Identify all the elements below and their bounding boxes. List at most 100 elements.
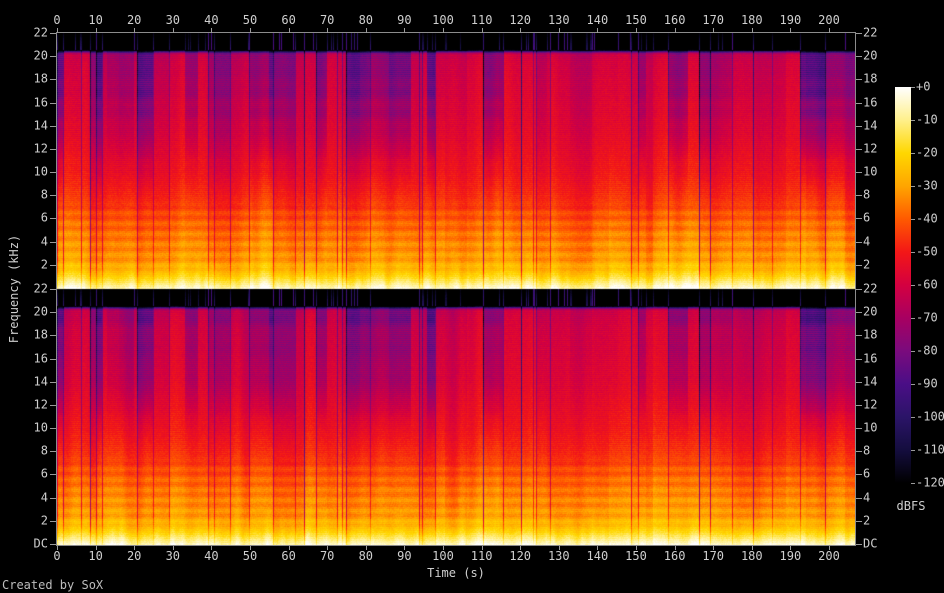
freq-tick-label: 20 bbox=[33, 304, 48, 319]
freq-tick-label: 12 bbox=[33, 141, 48, 156]
freq-tick bbox=[856, 265, 862, 266]
freq-tick bbox=[856, 312, 862, 313]
colorbar-tick-label: -20 bbox=[916, 145, 938, 160]
time-tick-label: 60 bbox=[281, 13, 296, 27]
freq-tick-label: 6 bbox=[40, 210, 48, 225]
colorbar-tick-label: -60 bbox=[916, 277, 938, 292]
time-tick-label: 0 bbox=[53, 13, 61, 27]
freq-tick bbox=[856, 172, 862, 173]
freq-tick bbox=[50, 474, 56, 475]
freq-tick bbox=[50, 451, 56, 452]
time-tick-label: 200 bbox=[818, 549, 840, 563]
time-tick bbox=[558, 28, 560, 33]
freq-tick-label: 14 bbox=[863, 374, 878, 389]
freq-tick bbox=[50, 79, 56, 80]
time-tick-label: 150 bbox=[625, 13, 647, 27]
time-tick bbox=[481, 28, 483, 33]
time-tick bbox=[134, 28, 136, 33]
colorbar-tick bbox=[911, 384, 915, 385]
time-tick-label: 90 bbox=[397, 13, 412, 27]
colorbar-tick-label: -70 bbox=[916, 310, 938, 325]
time-tick-label: 110 bbox=[470, 549, 493, 563]
time-tick-label: 130 bbox=[547, 13, 570, 27]
colorbar-tick-label: +0 bbox=[916, 79, 931, 94]
time-tick bbox=[636, 28, 637, 33]
colorbar-tick bbox=[911, 285, 915, 286]
freq-tick-label: 22 bbox=[33, 25, 48, 40]
freq-tick bbox=[856, 195, 862, 196]
time-tick-label: 140 bbox=[586, 549, 609, 563]
freq-tick bbox=[50, 289, 56, 290]
colorbar-tick-label: -100 bbox=[916, 409, 944, 424]
freq-tick bbox=[50, 172, 56, 173]
time-tick-label: 190 bbox=[779, 13, 802, 27]
freq-tick-label: 22 bbox=[33, 281, 48, 296]
freq-tick-label: 14 bbox=[33, 374, 48, 389]
freq-tick-label: 6 bbox=[863, 210, 871, 225]
time-tick-label: 180 bbox=[740, 13, 763, 27]
freq-tick bbox=[856, 544, 862, 545]
time-tick-label: 40 bbox=[204, 13, 219, 27]
freq-tick bbox=[50, 242, 56, 243]
freq-tick bbox=[50, 498, 56, 499]
freq-tick bbox=[50, 265, 56, 266]
freq-tick bbox=[856, 335, 862, 336]
time-tick-label: 190 bbox=[779, 549, 802, 563]
freq-tick-label: 8 bbox=[40, 187, 48, 202]
colorbar-tick bbox=[911, 351, 915, 352]
freq-tick bbox=[50, 335, 56, 336]
freq-tick-label: 18 bbox=[863, 71, 878, 86]
freq-tick-label: 2 bbox=[863, 513, 871, 528]
spectrogram-canvas bbox=[57, 33, 855, 545]
freq-tick-label: 12 bbox=[863, 141, 878, 156]
freq-tick-label: 18 bbox=[863, 327, 878, 342]
freq-tick-label: DC bbox=[863, 536, 878, 551]
freq-tick-label: 4 bbox=[863, 234, 871, 249]
colorbar-tick-label: -50 bbox=[916, 244, 938, 259]
freq-tick-label: 8 bbox=[40, 443, 48, 458]
colorbar-tick bbox=[911, 87, 915, 88]
time-tick bbox=[95, 28, 97, 33]
time-tick-label: 30 bbox=[165, 13, 181, 27]
freq-tick bbox=[50, 195, 56, 196]
freq-tick-label: 16 bbox=[33, 95, 48, 110]
colorbar-tick bbox=[911, 417, 915, 418]
time-tick-label: 170 bbox=[702, 13, 725, 27]
freq-tick-label: 4 bbox=[863, 490, 871, 505]
freq-tick-label: 10 bbox=[33, 164, 48, 179]
time-tick-label: 180 bbox=[740, 549, 763, 563]
freq-tick bbox=[856, 359, 862, 360]
freq-tick-label: 10 bbox=[863, 420, 878, 435]
time-tick-label: 50 bbox=[242, 549, 258, 563]
colorbar-tick-label: -90 bbox=[916, 376, 938, 391]
freq-tick-label: 2 bbox=[863, 257, 871, 272]
freq-tick bbox=[856, 428, 862, 429]
freq-tick-label: 20 bbox=[863, 48, 878, 63]
colorbar-tick-label: -30 bbox=[916, 178, 938, 193]
freq-tick bbox=[856, 474, 862, 475]
freq-tick bbox=[856, 521, 862, 522]
freq-tick bbox=[856, 56, 862, 57]
time-tick-label: 110 bbox=[470, 13, 493, 27]
freq-tick bbox=[856, 451, 862, 452]
time-tick bbox=[597, 28, 599, 33]
time-tick bbox=[250, 28, 251, 33]
freq-tick bbox=[50, 405, 56, 406]
freq-tick bbox=[50, 149, 56, 150]
colorbar-tick bbox=[911, 318, 915, 319]
colorbar-tick-label: -10 bbox=[916, 112, 938, 127]
time-tick-label: 140 bbox=[586, 13, 609, 27]
freq-tick-label: 8 bbox=[863, 187, 871, 202]
freq-tick bbox=[856, 498, 862, 499]
freq-tick-label: 20 bbox=[863, 304, 878, 319]
x-axis-title: Time (s) bbox=[427, 566, 485, 580]
created-by-sox-credit: Created by SoX bbox=[2, 578, 104, 592]
time-tick-label: 70 bbox=[319, 549, 335, 563]
time-tick bbox=[713, 28, 715, 33]
colorbar-tick-label: -80 bbox=[916, 343, 938, 358]
time-tick bbox=[327, 28, 329, 33]
freq-tick bbox=[50, 312, 56, 313]
time-tick bbox=[790, 28, 792, 33]
freq-tick-label: 6 bbox=[40, 466, 48, 481]
freq-tick bbox=[856, 126, 862, 127]
